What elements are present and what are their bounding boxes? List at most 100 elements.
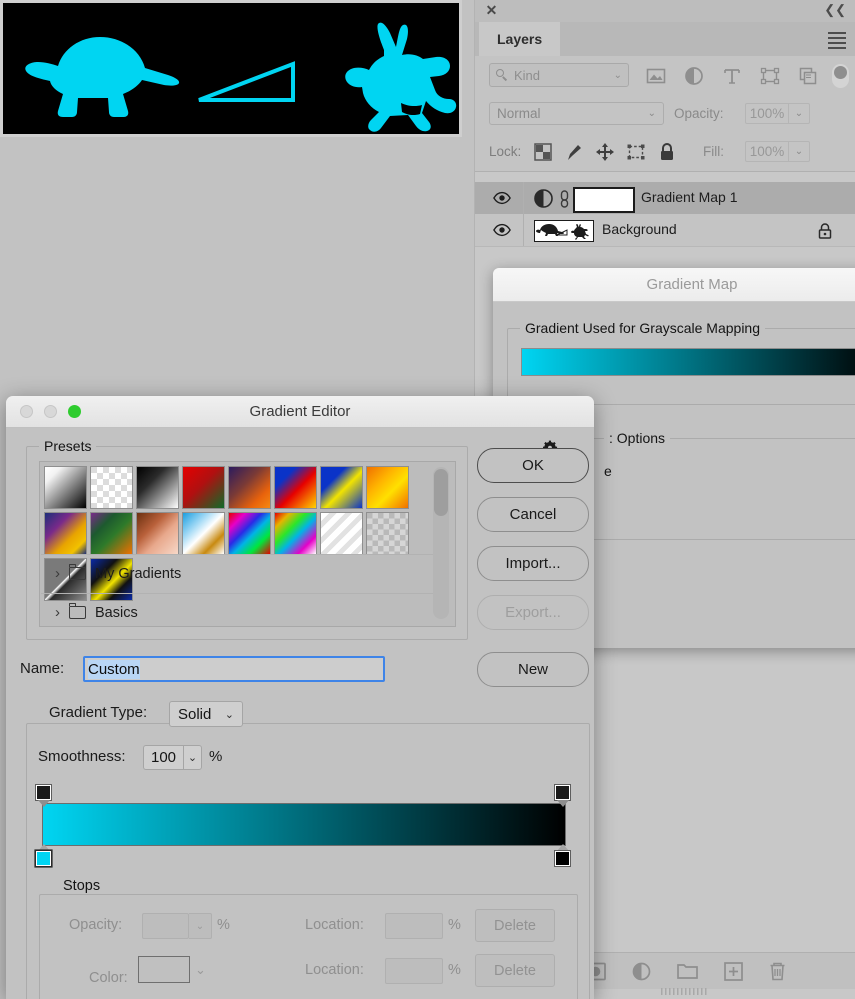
- delete-color-stop-label: Delete: [494, 963, 536, 979]
- collapse-panel-icon[interactable]: ❮❮: [824, 3, 846, 17]
- resize-grip[interactable]: [661, 988, 709, 995]
- presets-scrollbar-thumb[interactable]: [434, 469, 448, 516]
- fill-chevron-icon[interactable]: ⌄: [789, 141, 810, 162]
- adjustment-filter-icon[interactable]: [684, 66, 704, 86]
- opacity-stop-end[interactable]: [555, 785, 570, 800]
- lock-image-icon[interactable]: [565, 142, 583, 162]
- gradient-type-select[interactable]: Solid ⌄: [169, 701, 243, 727]
- stop-opacity-label: Opacity:: [69, 917, 122, 933]
- import-button-label: Import...: [505, 555, 560, 572]
- gradient-map-adjustment-icon: [534, 189, 553, 208]
- preset-swatch-transparent-rainbow[interactable]: [274, 512, 317, 555]
- lock-all-icon[interactable]: [659, 142, 675, 162]
- preset-folder-label: My Gradients: [95, 566, 181, 582]
- preset-swatch-violet-orange[interactable]: [228, 466, 271, 509]
- color-stop-start-arrow: [38, 844, 50, 851]
- filter-kind-select[interactable]: Kind ⌄: [489, 63, 629, 87]
- eye-icon[interactable]: [493, 222, 511, 238]
- gradient-editor-titlebar[interactable]: Gradient Editor: [6, 396, 594, 428]
- link-icon[interactable]: [559, 189, 570, 208]
- export-button: Export...: [477, 595, 589, 630]
- new-button[interactable]: New: [477, 652, 589, 687]
- preset-swatch-blue-red-yellow[interactable]: [274, 466, 317, 509]
- preset-swatch-spectrum[interactable]: [228, 512, 271, 555]
- import-button[interactable]: Import...: [477, 546, 589, 581]
- layer-name[interactable]: Background: [602, 221, 677, 237]
- close-icon[interactable]: ✕: [485, 4, 498, 17]
- layer-name[interactable]: Gradient Map 1: [641, 189, 738, 205]
- preset-swatch-orange-yellow-orange[interactable]: [366, 466, 409, 509]
- lock-transparency-icon[interactable]: [534, 143, 552, 161]
- gradient-type-label: Gradient Type:: [44, 704, 152, 721]
- smoothness-unit: %: [209, 748, 222, 765]
- preset-swatch-black-white[interactable]: [136, 466, 179, 509]
- type-filter-icon[interactable]: [722, 66, 742, 86]
- gradient-type-value: Solid: [178, 706, 211, 723]
- blend-mode-select[interactable]: Normal ⌄: [489, 102, 664, 125]
- delete-layer-icon[interactable]: [769, 961, 786, 981]
- stop-color-location-input: [385, 958, 443, 984]
- gradient-strip[interactable]: [42, 803, 566, 846]
- stop-opacity-location-unit: %: [448, 917, 461, 933]
- gradient-options-legend: : Options: [604, 430, 670, 446]
- smoothness-chevron-icon[interactable]: ⌄: [183, 745, 202, 770]
- preset-swatch-foreground-to-background[interactable]: [44, 466, 87, 509]
- color-stop-end[interactable]: [555, 851, 570, 866]
- cancel-button[interactable]: Cancel: [477, 497, 589, 532]
- delete-opacity-stop-button: Delete: [475, 909, 555, 942]
- folder-icon: [69, 567, 86, 580]
- preset-swatch-copper[interactable]: [136, 512, 179, 555]
- opacity-label: Opacity:: [674, 106, 724, 121]
- document-artwork: [3, 3, 459, 134]
- preset-folder-basics[interactable]: › Basics: [41, 593, 435, 627]
- stop-opacity-unit: %: [217, 917, 230, 933]
- lock-artboard-icon[interactable]: [627, 143, 645, 161]
- preset-folder-my-gradients[interactable]: › My Gradients: [41, 554, 435, 592]
- panel-menu-icon[interactable]: [828, 32, 846, 46]
- filter-enable-toggle[interactable]: [832, 64, 849, 88]
- preset-swatch-blue-yellow-blue[interactable]: [320, 466, 363, 509]
- color-stop-start[interactable]: [36, 851, 51, 866]
- fill-value[interactable]: 100%: [745, 141, 789, 162]
- preset-swatch-chrome[interactable]: [182, 512, 225, 555]
- layer-thumbnail[interactable]: [534, 220, 594, 242]
- opacity-value[interactable]: 100%: [745, 103, 789, 124]
- preset-swatch-neutral-density[interactable]: [366, 512, 409, 555]
- tab-layers-label: Layers: [497, 31, 542, 47]
- stops-legend: Stops: [58, 878, 105, 894]
- layer-mask-thumbnail[interactable]: [573, 187, 635, 213]
- name-input[interactable]: Custom: [83, 656, 385, 682]
- smart-object-filter-icon[interactable]: [798, 66, 818, 86]
- layer-thumbnail-art: [535, 221, 593, 241]
- preset-swatch-red-green[interactable]: [182, 466, 225, 509]
- gradient-map-preview[interactable]: [521, 348, 855, 376]
- document-canvas: [0, 0, 462, 137]
- preset-swatch-yellow-violet-orange-blue[interactable]: [90, 512, 133, 555]
- smoothness-label: Smoothness:: [38, 748, 126, 765]
- preset-swatch-violet-green-orange[interactable]: [44, 512, 87, 555]
- presets-scrollbar[interactable]: [433, 467, 449, 619]
- shape-filter-icon[interactable]: [760, 66, 780, 86]
- window-zoom-button[interactable]: [68, 405, 81, 418]
- ok-button[interactable]: OK: [477, 448, 589, 483]
- smoothness-input[interactable]: 100: [143, 745, 183, 770]
- eye-icon[interactable]: [493, 190, 511, 206]
- new-group-icon[interactable]: [677, 962, 698, 980]
- chevron-right-icon: ›: [55, 605, 60, 620]
- window-close-button[interactable]: [20, 405, 33, 418]
- window-minimize-button[interactable]: [44, 405, 57, 418]
- preset-swatch-transparent-stripes[interactable]: [320, 512, 363, 555]
- table-row[interactable]: Gradient Map 1: [475, 182, 855, 215]
- opacity-stop-start[interactable]: [36, 785, 51, 800]
- tab-layers[interactable]: Layers: [479, 22, 560, 56]
- gradient-map-title: Gradient Map: [493, 268, 855, 302]
- new-adjustment-layer-icon[interactable]: [632, 962, 651, 981]
- filter-kind-label: Kind: [514, 68, 540, 83]
- pixel-filter-icon[interactable]: [646, 66, 666, 86]
- preset-swatch-foreground-to-transparent[interactable]: [90, 466, 133, 509]
- table-row[interactable]: Background: [475, 214, 855, 247]
- opacity-chevron-icon[interactable]: ⌄: [789, 103, 810, 124]
- lock-position-icon[interactable]: [596, 143, 614, 161]
- new-layer-icon[interactable]: [724, 962, 743, 981]
- presets-list[interactable]: › My Gradients › Basics: [39, 461, 456, 627]
